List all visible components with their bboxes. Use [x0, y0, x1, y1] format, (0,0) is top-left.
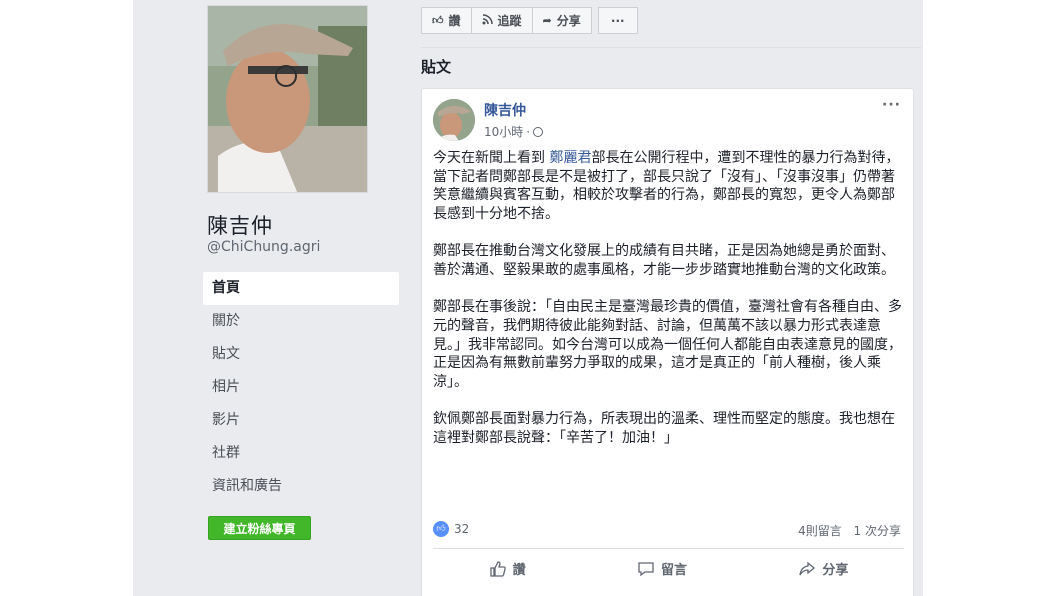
posts-section-title: 貼文	[421, 58, 452, 76]
nav-item-community[interactable]: 社群	[203, 437, 399, 470]
share-page-label: 分享	[556, 14, 581, 28]
post-options-button[interactable]: ···	[882, 97, 901, 113]
share-label: 分享	[822, 563, 849, 578]
right-margin	[923, 0, 1060, 596]
nav-item-posts[interactable]: 貼文	[203, 338, 399, 371]
post-paragraph: 今天在新聞上看到 鄭麗君部長在公開行程中，遭到不理性的暴力行為對待，當下記者問鄭…	[433, 149, 905, 224]
nav-item-about[interactable]: 關於	[203, 305, 399, 338]
reactions-summary[interactable]: 👍︎ 32	[433, 521, 469, 537]
share-arrow-icon: ➦	[542, 14, 552, 27]
follow-button[interactable]: 追蹤	[471, 7, 533, 34]
profile-photo-image	[208, 6, 367, 192]
post-author-name[interactable]: 陳吉仲	[484, 100, 526, 120]
comment-button[interactable]: 留言	[637, 559, 687, 578]
comment-icon	[638, 561, 654, 576]
post-meta: 10小時 ·	[484, 123, 544, 140]
left-margin	[0, 0, 133, 596]
meta-separator: ·	[526, 124, 531, 139]
like-page-button[interactable]: 👍︎ 讚	[421, 7, 472, 34]
rss-icon	[482, 13, 493, 28]
action-bar-divider	[421, 47, 921, 48]
post-paragraph: 鄭部長在推動台灣文化發展上的成績有目共睹，正是因為她總是勇於面對、善於溝通、堅毅…	[433, 243, 895, 279]
page-more-button[interactable]: ···	[597, 7, 638, 34]
share-button[interactable]: 分享	[798, 559, 848, 578]
post-paragraph: 欽佩鄭部長面對暴力行為，所表現出的溫柔、理性而堅定的態度。我也想在這裡對鄭部長說…	[433, 411, 895, 446]
post-actions: 讚 留言 分享	[433, 559, 904, 578]
share-arrow-icon	[799, 561, 816, 575]
nav-item-home[interactable]: 首頁	[203, 272, 399, 305]
share-page-button[interactable]: ➦ 分享	[532, 7, 592, 34]
post-stats: 4則留言 1 次分享	[798, 522, 901, 539]
post-body: 今天在新聞上看到 鄭麗君部長在公開行程中，遭到不理性的暴力行為對待，當下記者問鄭…	[433, 149, 905, 466]
comment-count[interactable]: 4則留言	[798, 524, 842, 538]
post-card: 陳吉仲 10小時 · ··· 今天在新聞上看到 鄭麗君部長在公開行程中，遭到不理…	[421, 88, 914, 596]
globe-icon	[533, 126, 544, 137]
mention-link[interactable]: 鄭麗君	[549, 150, 591, 166]
post-author-avatar[interactable]	[433, 99, 475, 141]
nav-item-info-ads[interactable]: 資訊和廣告	[203, 470, 399, 503]
nav-item-photos[interactable]: 相片	[203, 371, 399, 404]
post-paragraph: 鄭部長在事後說：「自由民主是臺灣最珍貴的價值，臺灣社會有各種自由、多元的聲音，我…	[433, 299, 902, 391]
create-page-button[interactable]: 建立粉絲專頁	[208, 516, 311, 540]
post-timestamp[interactable]: 10小時	[484, 123, 523, 140]
nav-item-videos[interactable]: 影片	[203, 404, 399, 437]
thumbs-up-icon	[490, 560, 506, 577]
page-action-bar: 👍︎ 讚 追蹤 ➦ 分享 ···	[421, 7, 638, 34]
like-reaction-icon: 👍︎	[433, 521, 449, 537]
profile-photo[interactable]	[207, 5, 368, 193]
like-label: 讚	[512, 563, 526, 578]
post-text: 今天在新聞上看到	[433, 150, 550, 166]
page-nav: 首頁 關於 貼文 相片 影片 社群 資訊和廣告	[203, 272, 399, 503]
thumbs-up-icon: 👍︎	[432, 14, 444, 27]
like-page-label: 讚	[448, 14, 461, 28]
comment-label: 留言	[660, 563, 687, 578]
page-handle[interactable]: @ChiChung.agri	[207, 239, 320, 255]
page-name[interactable]: 陳吉仲	[207, 210, 273, 240]
share-count[interactable]: 1 次分享	[854, 524, 901, 538]
follow-label: 追蹤	[497, 14, 522, 28]
reaction-count: 32	[454, 522, 470, 536]
like-button[interactable]: 讚	[489, 559, 526, 578]
post-divider	[433, 548, 904, 549]
